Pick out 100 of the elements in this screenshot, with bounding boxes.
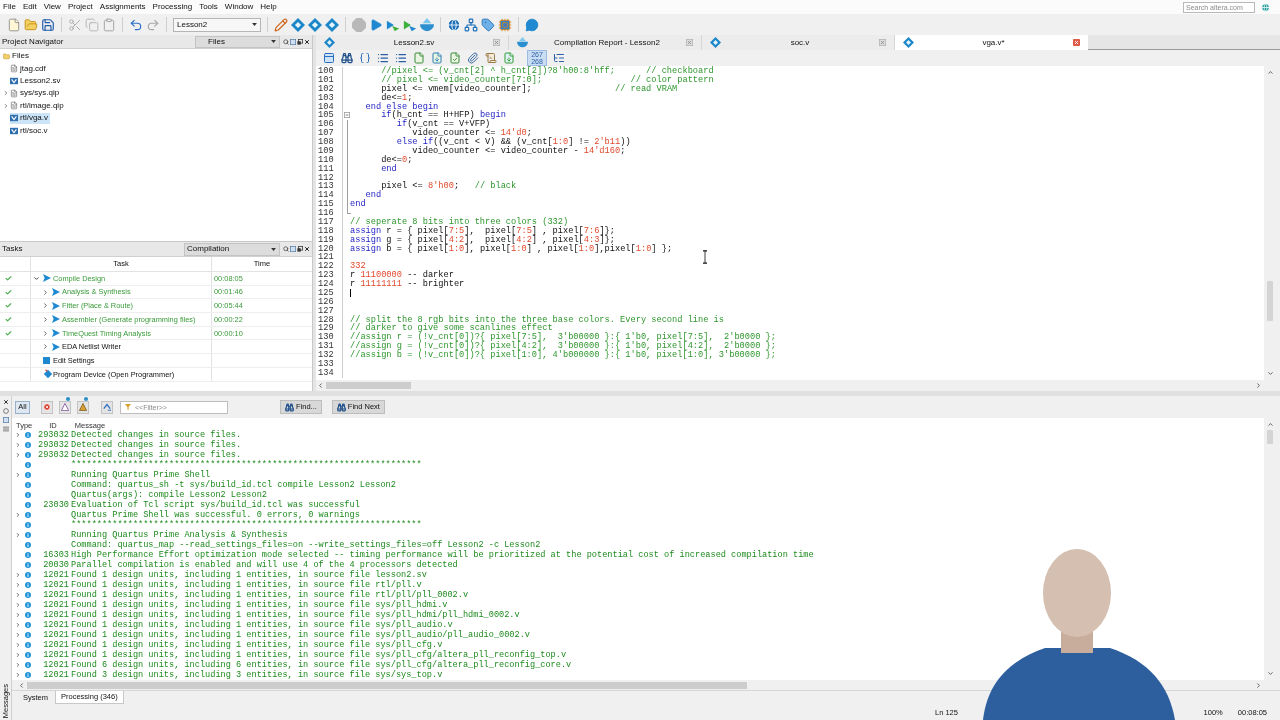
bowl-icon[interactable] [420,17,434,32]
scroll-right-icon[interactable] [1255,382,1262,389]
menu-item[interactable]: Tools [199,2,218,12]
outdent-icon[interactable] [395,52,407,64]
editor-tab[interactable]: Lesson2.sv [316,35,509,50]
scroll-down-icon[interactable] [1266,370,1274,377]
expand-chevron-icon[interactable] [15,672,21,678]
project-dropdown[interactable]: Lesson2 [173,17,261,32]
expand-chevron-icon[interactable] [15,582,21,588]
horizontal-scrollbar[interactable] [316,380,1280,391]
expand-chevron-icon[interactable] [15,432,21,438]
scroll-left-icon[interactable] [317,382,324,389]
expand-chevron-icon[interactable] [15,662,21,668]
document-arrow-icon[interactable] [503,52,515,64]
view-dropdown[interactable]: Files [195,35,280,48]
paperclip-icon[interactable] [467,52,479,64]
close-icon[interactable] [304,246,310,252]
restore-icon[interactable] [2,417,9,423]
filter-button[interactable] [59,400,71,414]
expand-chevron-icon[interactable] [15,612,21,618]
stop-sign-icon[interactable] [352,17,366,32]
redo-icon[interactable] [146,17,160,32]
diamond-icon[interactable] [291,17,305,32]
document-arrow-icon[interactable] [431,52,443,64]
tree-item[interactable]: Files [3,50,31,62]
float-icon[interactable] [297,38,303,45]
braces-icon[interactable] [359,52,371,64]
tree-item[interactable]: rtl/image.qip [10,100,66,112]
expand-chevron-icon[interactable] [42,302,49,310]
expand-chevron-icon[interactable] [15,472,21,478]
expand-chevron-icon[interactable] [42,343,49,351]
search-icon[interactable] [283,38,289,45]
save-icon[interactable] [41,17,55,32]
scroll-right-icon[interactable] [1255,681,1262,689]
editor-tab[interactable]: soc.v [702,35,895,50]
menu-icon[interactable] [2,426,9,432]
scrollbar-thumb[interactable] [27,681,747,689]
tree-item[interactable]: jtag.cdf [10,63,48,75]
tree-item[interactable]: rtl/vga.v [10,112,50,124]
expand-chevron-icon[interactable] [15,512,21,518]
scroll-up-icon[interactable] [1266,69,1274,76]
scroll-up-icon[interactable] [1266,421,1274,428]
undo-icon[interactable] [129,17,143,32]
tree-item[interactable]: Lesson2.sv [10,75,63,87]
new-file-icon[interactable] [7,17,21,32]
expand-chevron-icon[interactable] [42,329,49,337]
expand-chevron-icon[interactable] [15,652,21,658]
square-icon[interactable] [43,356,50,364]
filter-button[interactable] [77,400,89,414]
document-icon[interactable] [413,52,425,64]
expand-chevron-icon[interactable] [33,274,40,282]
expand-chevron-icon[interactable] [15,632,21,638]
menu-item[interactable]: Edit [22,2,37,12]
pencil-icon[interactable] [274,17,288,32]
tree-item[interactable]: sys/sys.qip [10,87,62,99]
expand-chevron-icon[interactable] [15,622,21,628]
tree-item[interactable]: rtl/soc.v [10,125,50,137]
scroll-down-icon[interactable] [1266,670,1274,677]
menu-item[interactable]: Assignments [99,2,146,12]
menu-item[interactable]: Window [224,2,254,12]
float-icon[interactable] [297,246,303,252]
editor-tab[interactable]: vga.v* [895,35,1088,50]
scrollbar-thumb[interactable] [326,382,411,389]
menu-item[interactable]: Processing [152,2,193,12]
expand-chevron-icon[interactable] [42,315,49,323]
expand-chevron-icon[interactable] [42,288,49,296]
indent-icon[interactable] [377,52,389,64]
diamond-icon[interactable] [308,17,322,32]
expand-chevron-icon[interactable] [3,102,9,109]
globe-icon[interactable] [1261,2,1270,12]
cut-icon[interactable] [68,17,82,32]
close-icon[interactable] [2,399,9,405]
lines-icon[interactable] [553,52,565,64]
expand-chevron-icon[interactable] [15,452,21,458]
editor-tab[interactable]: Compilation Report - Lesson2 [509,35,702,50]
fold-minus-icon[interactable] [344,112,350,119]
chip-icon[interactable] [498,17,512,32]
expand-chevron-icon[interactable] [15,572,21,578]
flow-dropdown[interactable]: Compilation [184,242,280,256]
scrollbar-thumb[interactable] [1267,430,1273,444]
menu-item[interactable]: Project [67,2,93,12]
globe-icon[interactable] [447,17,461,32]
paste-icon[interactable] [102,17,116,32]
menu-item[interactable]: Help [260,2,277,12]
expand-chevron-icon[interactable] [3,90,9,97]
speech-bubble-icon[interactable] [525,17,539,32]
expand-chevron-icon[interactable] [15,592,21,598]
document-check-icon[interactable] [449,52,461,64]
scroll-icon[interactable] [485,52,497,64]
scroll-left-icon[interactable] [18,681,25,689]
expand-chevron-icon[interactable] [15,642,21,648]
search-icon[interactable] [283,246,289,252]
expand-chevron-icon[interactable] [15,602,21,608]
play-icon[interactable] [369,17,383,32]
hierarchy-icon[interactable] [464,17,478,32]
diamond-icon[interactable] [325,17,339,32]
close-icon[interactable] [304,38,310,45]
tag-icon[interactable] [481,17,495,32]
expand-chevron-icon[interactable] [15,442,21,448]
panel-icon[interactable] [323,52,335,64]
